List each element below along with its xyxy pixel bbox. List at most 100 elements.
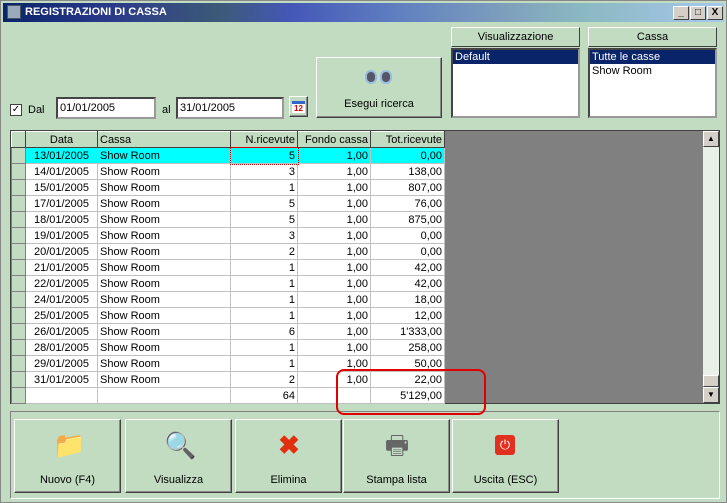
cell-cassa[interactable]: Show Room [97, 179, 231, 196]
visualizza-button[interactable]: 🔍 Visualizza [125, 419, 232, 493]
scroll-down-arrow-icon[interactable]: ▼ [703, 387, 719, 403]
list-item[interactable]: Default [453, 50, 578, 64]
row-selector[interactable] [11, 259, 26, 276]
cell-tot-ricevute[interactable]: 1'333,00 [370, 323, 445, 340]
cell-tot-ricevute[interactable]: 0,00 [370, 147, 445, 164]
cell-tot-ricevute[interactable]: 5'129,00 [370, 387, 445, 404]
cell-tot-ricevute[interactable]: 807,00 [370, 179, 445, 196]
scroll-thumb[interactable] [703, 375, 719, 387]
table-row[interactable]: 26/01/2005 Show Room 6 1,00 1'333,00 [11, 323, 445, 340]
cell-data[interactable]: 19/01/2005 [25, 227, 98, 244]
cell-fondo-cassa[interactable]: 1,00 [297, 323, 371, 340]
cell-n-ricevute[interactable]: 1 [230, 339, 298, 356]
row-selector[interactable] [11, 339, 26, 356]
table-row[interactable]: 29/01/2005 Show Room 1 1,00 50,00 [11, 355, 445, 372]
col-tot-ricevute[interactable]: Tot.ricevute [370, 131, 445, 148]
col-n-ricevute[interactable]: N.ricevute [230, 131, 298, 148]
row-selector[interactable] [11, 355, 26, 372]
table-row[interactable]: 14/01/2005 Show Room 3 1,00 138,00 [11, 163, 445, 180]
table-row[interactable]: 31/01/2005 Show Room 2 1,00 22,00 [11, 371, 445, 388]
cell-data[interactable]: 22/01/2005 [25, 275, 98, 292]
cell-cassa[interactable]: Show Room [97, 243, 231, 260]
col-fondo-cassa[interactable]: Fondo cassa [297, 131, 371, 148]
cell-cassa[interactable]: Show Room [97, 259, 231, 276]
table-row[interactable]: 24/01/2005 Show Room 1 1,00 18,00 [11, 291, 445, 308]
col-cassa[interactable]: Cassa [97, 131, 231, 148]
cell-n-ricevute[interactable]: 5 [230, 211, 298, 228]
row-selector[interactable] [11, 371, 26, 388]
cell-n-ricevute[interactable]: 1 [230, 179, 298, 196]
cell-tot-ricevute[interactable]: 0,00 [370, 243, 445, 260]
cell-n-ricevute[interactable]: 3 [230, 227, 298, 244]
row-selector[interactable] [11, 163, 26, 180]
cell-cassa[interactable] [97, 387, 231, 404]
cell-cassa[interactable]: Show Room [97, 339, 231, 356]
table-row[interactable]: 19/01/2005 Show Room 3 1,00 0,00 [11, 227, 445, 244]
cell-fondo-cassa[interactable] [297, 387, 371, 404]
cell-tot-ricevute[interactable]: 22,00 [370, 371, 445, 388]
cell-n-ricevute[interactable]: 3 [230, 163, 298, 180]
cell-n-ricevute[interactable]: 5 [230, 195, 298, 212]
scroll-up-arrow-icon[interactable]: ▲ [703, 131, 719, 147]
row-selector[interactable] [11, 195, 26, 212]
search-button[interactable]: Esegui ricerca [316, 57, 442, 118]
table-row[interactable]: 17/01/2005 Show Room 5 1,00 76,00 [11, 195, 445, 212]
cell-fondo-cassa[interactable]: 1,00 [297, 243, 371, 260]
totals-row[interactable]: 64 5'129,00 [11, 387, 445, 404]
cell-data[interactable]: 21/01/2005 [25, 259, 98, 276]
cell-tot-ricevute[interactable]: 875,00 [370, 211, 445, 228]
cell-n-ricevute[interactable]: 5 [229, 146, 299, 165]
table-row[interactable]: 25/01/2005 Show Room 1 1,00 12,00 [11, 307, 445, 324]
cell-data[interactable]: 15/01/2005 [25, 179, 98, 196]
date-from-input[interactable] [56, 97, 156, 119]
visualizzazione-list[interactable]: Default [451, 48, 580, 118]
cell-data[interactable]: 17/01/2005 [25, 195, 98, 212]
cassa-list[interactable]: Tutte le casse Show Room [588, 48, 717, 118]
minimize-button[interactable]: _ [673, 6, 689, 20]
cell-tot-ricevute[interactable]: 0,00 [370, 227, 445, 244]
cell-tot-ricevute[interactable]: 42,00 [370, 259, 445, 276]
row-selector[interactable] [11, 211, 26, 228]
cell-tot-ricevute[interactable]: 50,00 [370, 355, 445, 372]
cell-fondo-cassa[interactable]: 1,00 [297, 339, 371, 356]
cell-fondo-cassa[interactable]: 1,00 [297, 195, 371, 212]
cell-cassa[interactable]: Show Room [97, 291, 231, 308]
table-row[interactable]: 15/01/2005 Show Room 1 1,00 807,00 [11, 179, 445, 196]
cell-fondo-cassa[interactable]: 1,00 [297, 355, 371, 372]
cell-fondo-cassa[interactable]: 1,00 [297, 307, 371, 324]
cell-data[interactable]: 13/01/2005 [25, 147, 98, 164]
cell-data[interactable]: 14/01/2005 [25, 163, 98, 180]
cell-n-ricevute[interactable]: 1 [230, 275, 298, 292]
cell-tot-ricevute[interactable]: 18,00 [370, 291, 445, 308]
cell-data[interactable]: 20/01/2005 [25, 243, 98, 260]
cell-fondo-cassa[interactable]: 1,00 [297, 163, 371, 180]
table-row[interactable]: 21/01/2005 Show Room 1 1,00 42,00 [11, 259, 445, 276]
cell-tot-ricevute[interactable]: 42,00 [370, 275, 445, 292]
elimina-button[interactable]: ✖ Elimina [235, 419, 342, 493]
cell-fondo-cassa[interactable]: 1,00 [297, 275, 371, 292]
cell-cassa[interactable]: Show Room [97, 275, 231, 292]
cell-n-ricevute[interactable]: 2 [230, 371, 298, 388]
cell-cassa[interactable]: Show Room [97, 211, 231, 228]
calendar-button[interactable]: 12 [289, 96, 308, 117]
cell-fondo-cassa[interactable]: 1,00 [297, 179, 371, 196]
row-selector[interactable] [11, 307, 26, 324]
cell-fondo-cassa[interactable]: 1,00 [297, 227, 371, 244]
table-row[interactable]: 28/01/2005 Show Room 1 1,00 258,00 [11, 339, 445, 356]
row-selector[interactable] [11, 387, 26, 404]
cell-cassa[interactable]: Show Room [97, 323, 231, 340]
cell-n-ricevute[interactable]: 64 [230, 387, 298, 404]
table-row[interactable]: 22/01/2005 Show Room 1 1,00 42,00 [11, 275, 445, 292]
cell-tot-ricevute[interactable]: 76,00 [370, 195, 445, 212]
cell-cassa[interactable]: Show Room [97, 147, 231, 164]
cell-cassa[interactable]: Show Room [97, 195, 231, 212]
row-selector[interactable] [11, 323, 26, 340]
cell-fondo-cassa[interactable]: 1,00 [297, 147, 371, 164]
data-grid[interactable]: Data Cassa N.ricevute Fondo cassa Tot.ri… [10, 130, 720, 404]
col-data[interactable]: Data [25, 131, 98, 148]
cell-cassa[interactable]: Show Room [97, 307, 231, 324]
row-selector[interactable] [11, 275, 26, 292]
cell-data[interactable]: 31/01/2005 [25, 371, 98, 388]
row-selector[interactable] [11, 291, 26, 308]
maximize-button[interactable]: □ [690, 6, 706, 20]
